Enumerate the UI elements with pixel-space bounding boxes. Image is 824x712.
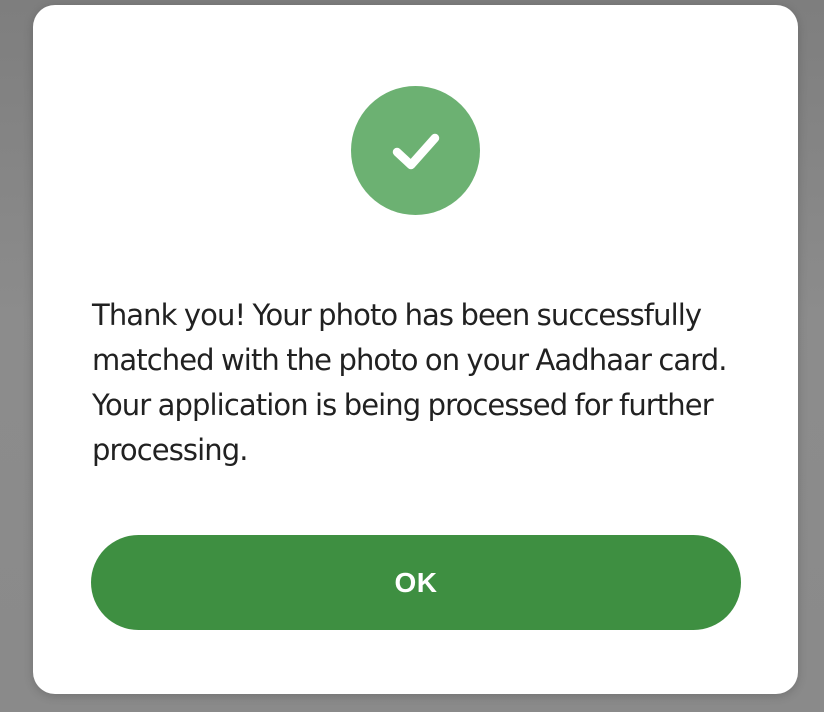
success-message: Thank you! Your photo has been successfu… <box>92 298 728 467</box>
checkmark-circle-icon <box>351 86 480 215</box>
checkmark-icon <box>392 133 439 169</box>
ok-button[interactable]: OK <box>91 535 741 630</box>
success-dialog: Thank you! Your photo has been successfu… <box>33 5 798 694</box>
